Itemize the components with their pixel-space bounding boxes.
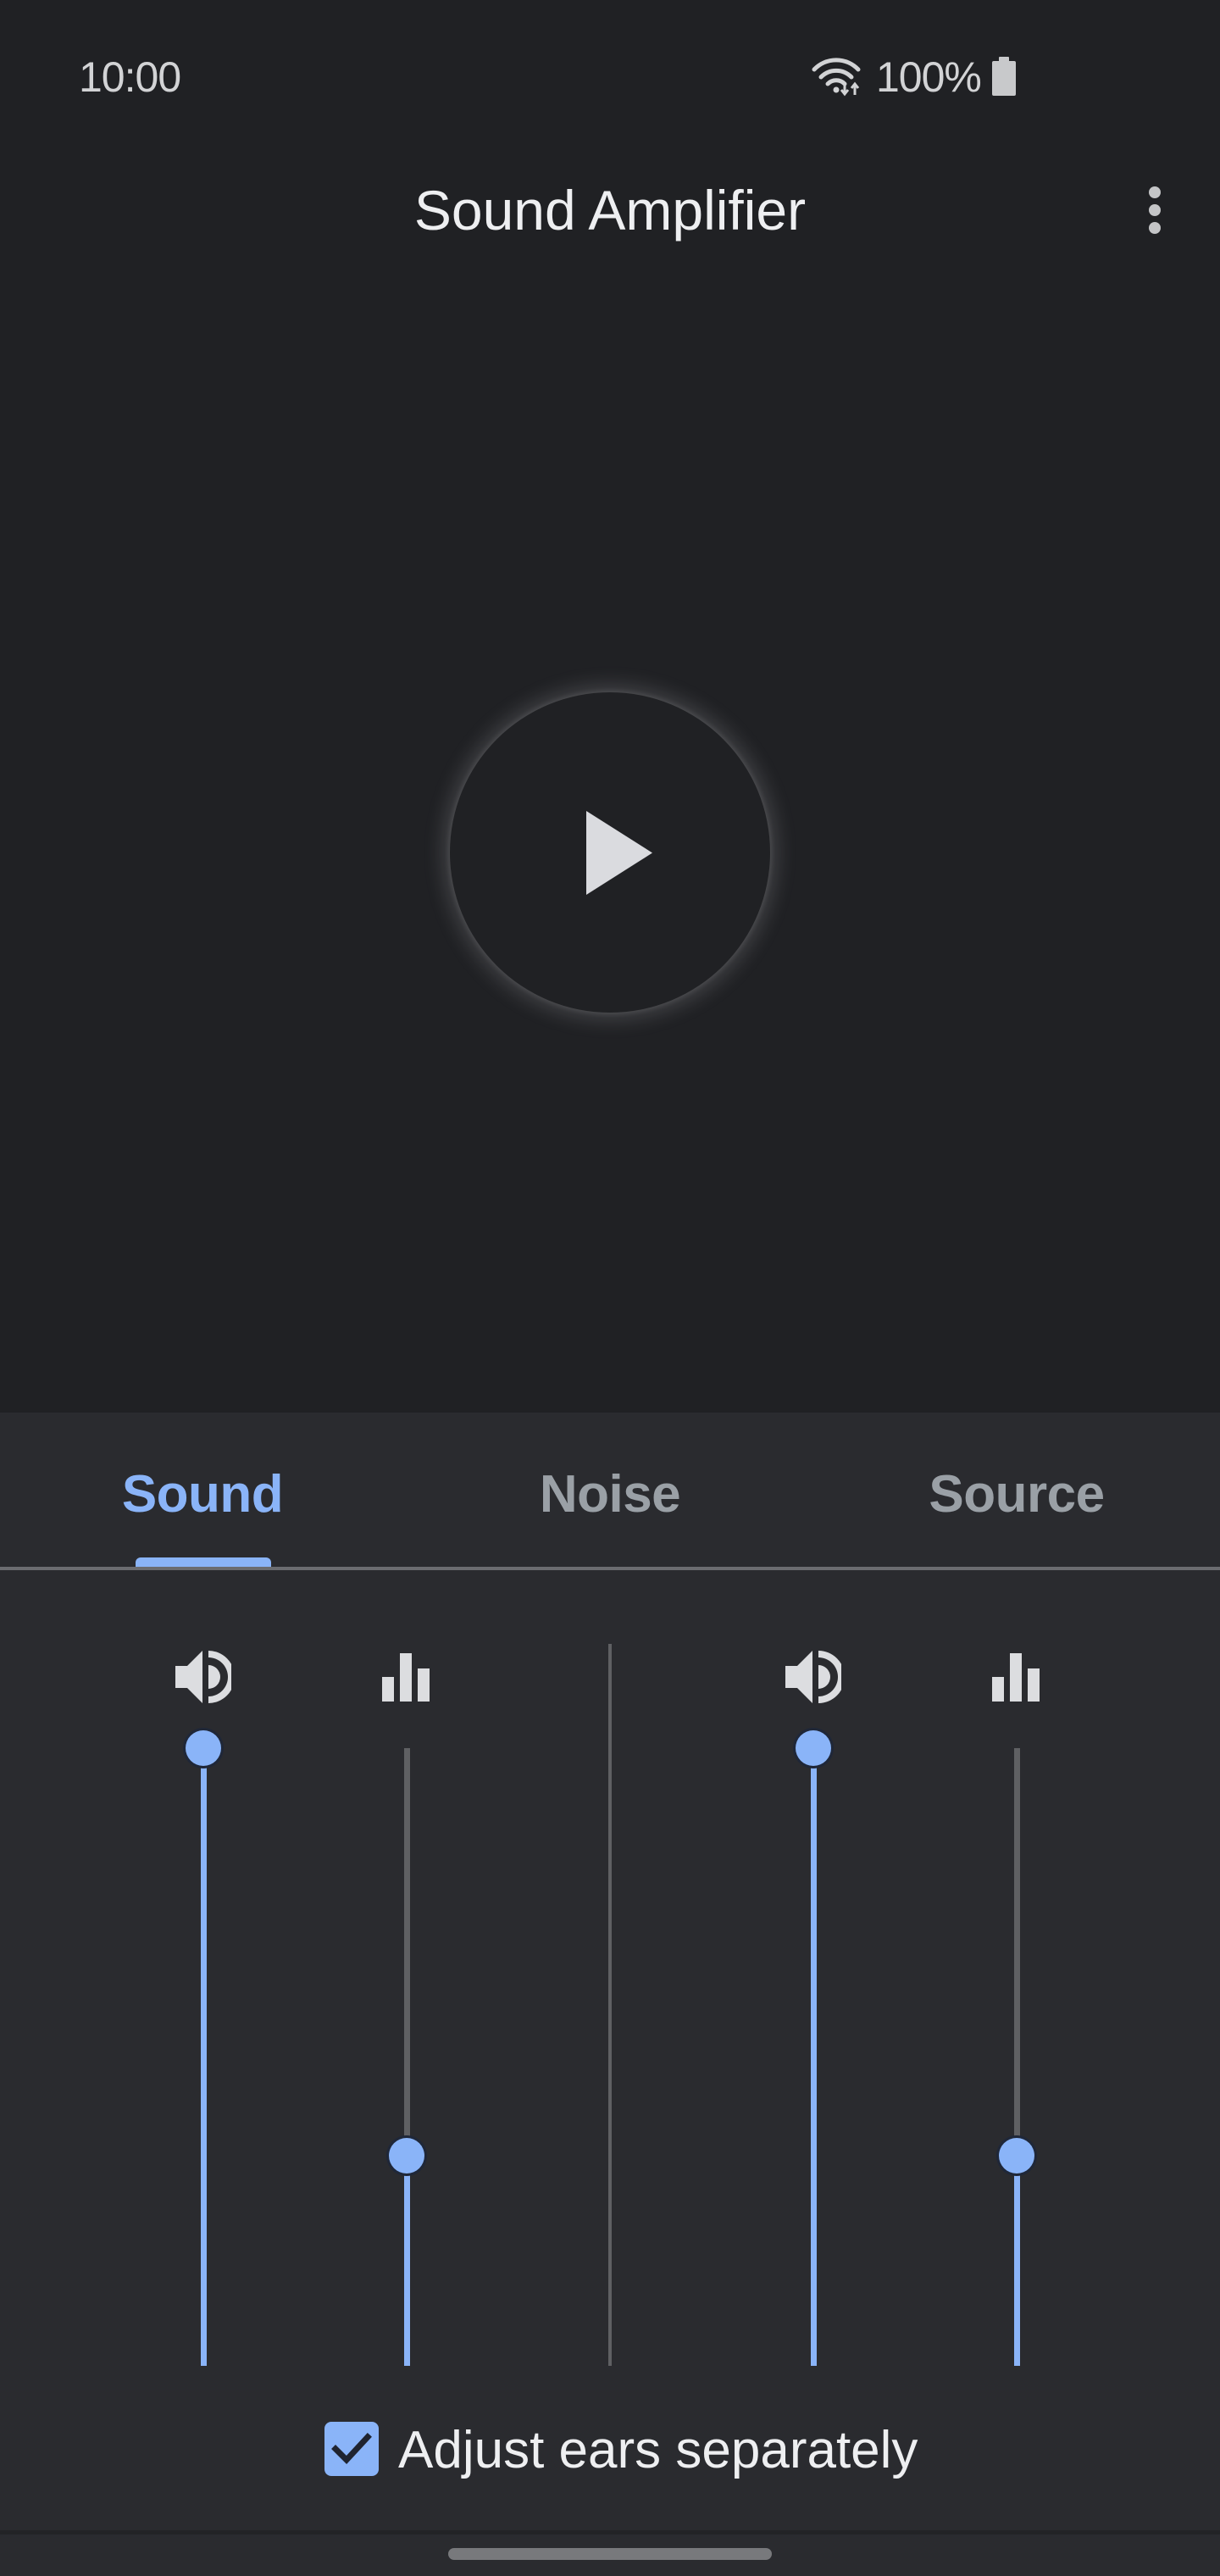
slider-fill — [200, 1748, 207, 2366]
status-time: 10:00 — [79, 53, 181, 101]
ear-divider — [608, 1644, 612, 2366]
play-button[interactable] — [450, 692, 770, 1013]
slider-fill — [810, 1748, 817, 2366]
left-equalizer-icon — [382, 1653, 430, 1702]
tab-divider — [0, 1567, 1220, 1570]
slider-thumb[interactable] — [796, 1730, 831, 1766]
battery-icon — [992, 57, 1016, 96]
slider-thumb[interactable] — [999, 2138, 1034, 2174]
right-loudness-slider[interactable] — [796, 1730, 831, 2366]
tab-sound[interactable]: Sound — [75, 1464, 330, 1525]
nav-separator — [0, 2530, 1220, 2534]
overflow-menu-button[interactable] — [1131, 180, 1178, 241]
left-loudness-slider[interactable] — [186, 1730, 221, 2366]
slider-fill — [403, 2156, 410, 2366]
check-icon — [331, 2433, 372, 2465]
left-tuning-slider[interactable] — [389, 1748, 424, 2366]
right-equalizer-icon — [992, 1653, 1040, 1702]
slider-fill — [1013, 2156, 1020, 2366]
home-gesture-bar[interactable] — [448, 2548, 772, 2560]
adjust-ears-label[interactable]: Adjust ears separately — [398, 2419, 918, 2482]
battery-percent: 100% — [876, 53, 982, 101]
slider-thumb[interactable] — [389, 2138, 424, 2174]
adjust-ears-checkbox[interactable] — [324, 2422, 379, 2476]
left-volume-icon — [175, 1651, 231, 1703]
tab-source[interactable]: Source — [890, 1464, 1144, 1525]
right-tuning-slider[interactable] — [999, 1748, 1034, 2366]
play-icon — [586, 811, 652, 895]
right-volume-icon — [785, 1651, 841, 1703]
slider-thumb[interactable] — [186, 1730, 221, 1766]
wifi-icon — [812, 58, 861, 97]
app-title: Sound Amplifier — [413, 179, 807, 242]
tab-noise[interactable]: Noise — [483, 1464, 737, 1525]
